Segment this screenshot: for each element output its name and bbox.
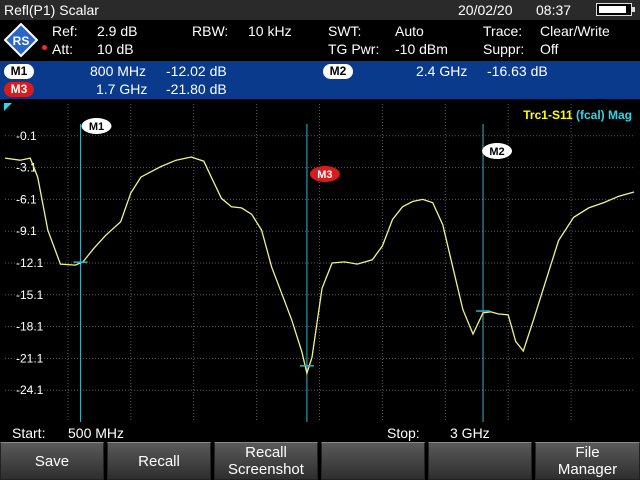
m3-freq: 1.7 GHz — [96, 81, 148, 97]
tgpwr-value[interactable]: -10 dBm — [395, 41, 448, 57]
blank-softkey-5[interactable] — [428, 442, 532, 480]
m1-freq: 800 MHz — [90, 63, 147, 79]
softkey-bar: Save Recall Recall Screenshot File Manag… — [0, 442, 640, 480]
recall-softkey[interactable]: Recall — [107, 442, 211, 480]
battery-level — [599, 6, 626, 13]
rs-logo-icon: RS — [4, 23, 38, 57]
file-manager-softkey[interactable]: File Manager — [535, 442, 640, 480]
trace-legend: Trc1-S11 (fcal) Mag — [523, 108, 632, 122]
date-readout: 20/02/20 — [458, 2, 513, 18]
trace-line — [4, 156, 635, 376]
trace-legend-format: Mag — [608, 108, 632, 122]
y-tick-label: -15.1 — [16, 288, 44, 302]
recall-screenshot-softkey[interactable]: Recall Screenshot — [214, 442, 318, 480]
time-readout: 08:37 — [536, 2, 572, 18]
stop-label: Stop: — [387, 425, 420, 441]
rbw-label: RBW: — [192, 23, 229, 39]
suppr-value[interactable]: Off — [540, 41, 558, 57]
y-tick-label: -18.1 — [16, 320, 44, 334]
marker-badge-label-m2: M2 — [489, 146, 504, 158]
start-value[interactable]: 500 MHz — [68, 425, 124, 441]
m2-freq: 2.4 GHz — [416, 63, 468, 79]
trace-value[interactable]: Clear/Write — [540, 23, 610, 39]
ref-label: Ref: — [52, 23, 78, 39]
trace-label: Trace: — [483, 23, 523, 39]
tgpwr-label: TG Pwr: — [328, 41, 380, 57]
swt-label: SWT: — [328, 23, 362, 39]
m2-badge[interactable]: M2 — [323, 64, 353, 79]
m1-badge[interactable]: M1 — [4, 64, 34, 79]
rbw-value[interactable]: 10 kHz — [248, 23, 292, 39]
ref-value[interactable]: 2.9 dB — [97, 23, 137, 39]
y-tick-label: -0.1 — [16, 129, 37, 143]
y-tick-labels: -0.1-3.1-6.1-9.1-12.1-15.1-18.1-21.1-24.… — [16, 129, 44, 397]
m3-value: -21.80 dB — [166, 81, 227, 97]
suppr-label: Suppr: — [483, 41, 525, 57]
y-tick-label: -21.1 — [16, 351, 44, 365]
att-value[interactable]: 10 dB — [97, 41, 134, 57]
att-label: Att: — [52, 41, 74, 57]
save-softkey[interactable]: Save — [0, 442, 104, 480]
svg-text:RS: RS — [13, 34, 30, 48]
frequency-span-bar: Start: 500 MHz Stop: 3 GHz — [0, 422, 640, 442]
corner-marker-icon — [4, 103, 12, 111]
y-tick-label: -9.1 — [16, 224, 37, 238]
y-tick-label: -6.1 — [16, 192, 37, 206]
swt-value[interactable]: Auto — [395, 23, 424, 39]
y-tick-label: -24.1 — [16, 383, 44, 397]
trace-legend-name: Trc1-S11 — [523, 108, 573, 122]
start-label: Start: — [12, 425, 46, 441]
battery-icon — [596, 3, 635, 16]
plot-grid — [5, 104, 634, 422]
marker-readout-bar: M1 800 MHz -12.02 dB M2 2.4 GHz -16.63 d… — [0, 61, 640, 99]
marker-lines — [79, 124, 484, 422]
y-tick-label: -12.1 — [16, 256, 44, 270]
m3-badge[interactable]: M3 — [4, 82, 34, 97]
stop-value[interactable]: 3 GHz — [450, 425, 490, 441]
measurement-plot[interactable]: -0.1-3.1-6.1-9.1-12.1-15.1-18.1-21.1-24.… — [0, 99, 640, 422]
m1-value: -12.02 dB — [166, 63, 227, 79]
m2-value: -16.63 dB — [487, 63, 548, 79]
marker-badge-label-m3: M3 — [317, 169, 332, 181]
title-bar: Refl(P1) Scalar 20/02/20 08:37 — [0, 0, 640, 21]
att-indicator-icon — [42, 45, 47, 50]
blank-softkey-4[interactable] — [321, 442, 425, 480]
trace-legend-cal: (fcal) — [576, 108, 608, 122]
mode-title: Refl(P1) Scalar — [4, 2, 99, 18]
marker-badge-label-m1: M1 — [89, 121, 104, 133]
